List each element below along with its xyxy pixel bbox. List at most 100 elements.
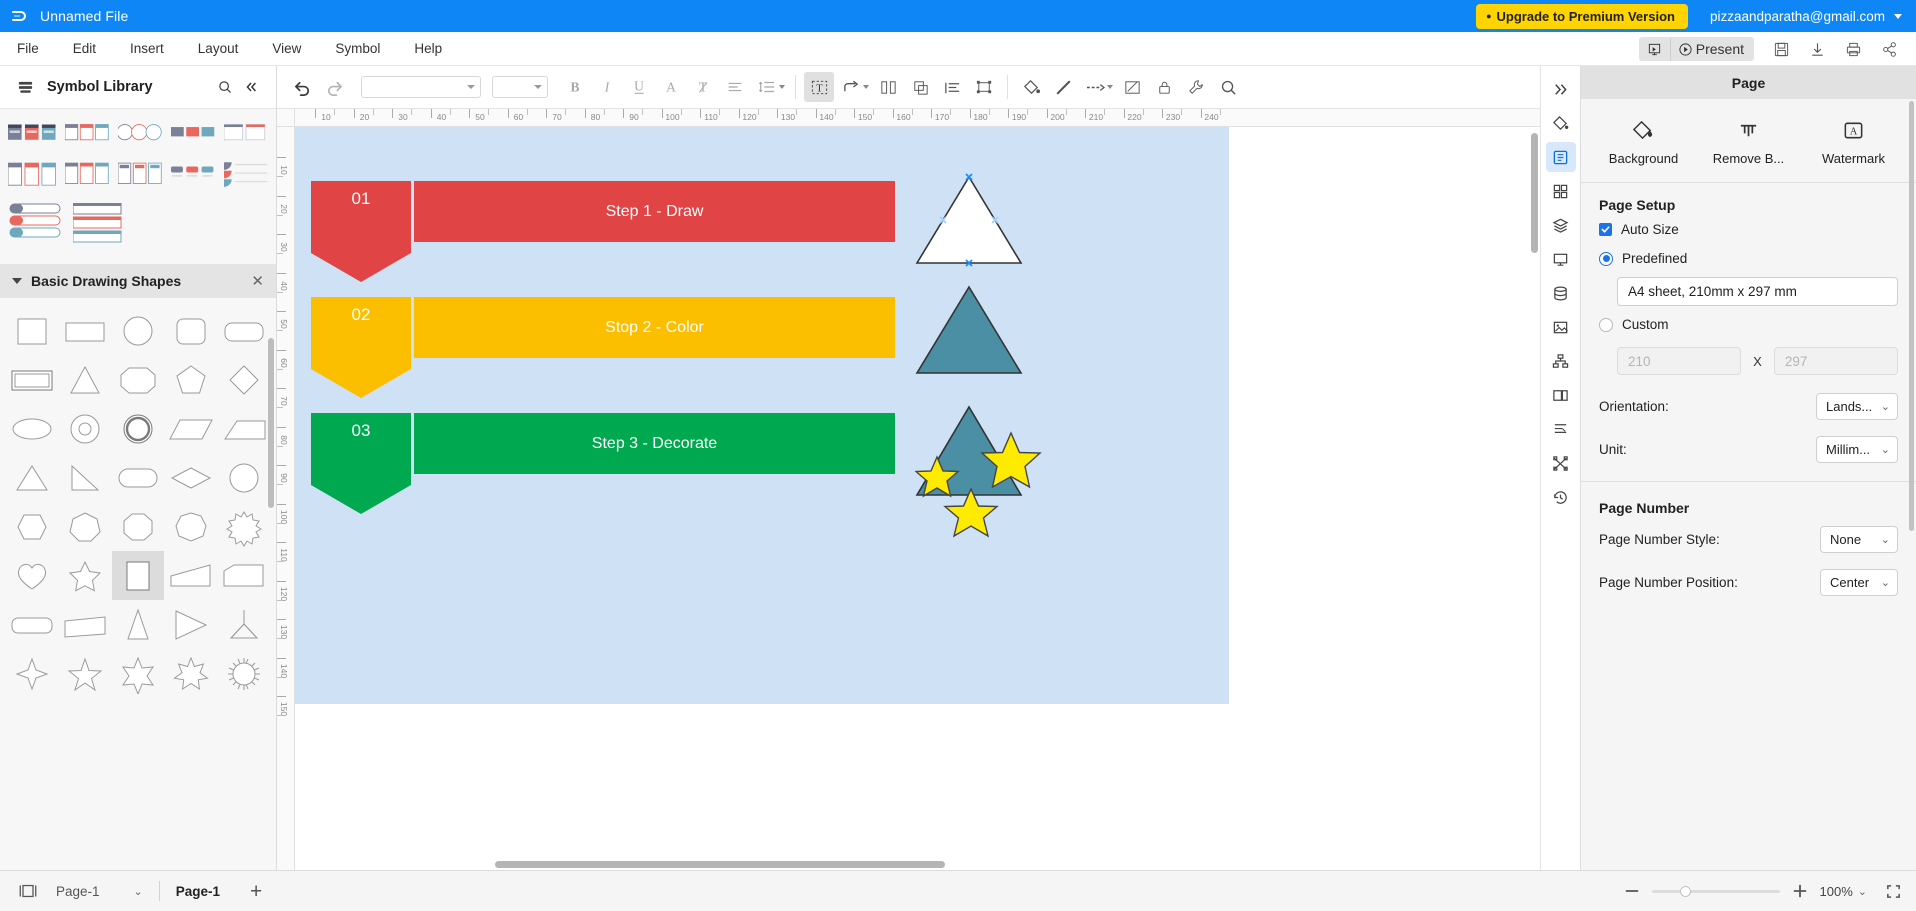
shape-flag-triangle[interactable] [164,600,217,649]
bold-button[interactable]: B [560,72,590,102]
remove-background-tool[interactable]: Remove B... [1696,119,1801,166]
template-thumbnails[interactable] [0,109,276,264]
shape-heart[interactable] [6,551,59,600]
group-icon[interactable] [969,72,999,102]
history-icon[interactable] [1546,482,1576,512]
page-number-position-select[interactable]: Center ⌄ [1820,569,1898,596]
shape-star-5[interactable] [59,551,112,600]
shape-parallelogram[interactable] [164,404,217,453]
shape-diamond-2[interactable] [164,453,217,502]
template-thumb[interactable] [64,159,109,191]
custom-row[interactable]: Custom [1581,310,1916,339]
page-selector[interactable]: Page-1 ⌄ [56,884,143,899]
template-thumb[interactable] [223,119,268,147]
zoom-slider-handle[interactable] [1679,885,1691,897]
menu-file[interactable]: File [0,37,56,60]
add-page-button[interactable]: + [250,881,262,902]
menu-insert[interactable]: Insert [113,37,181,60]
shape-right-triangle-2[interactable] [59,453,112,502]
shape-hexagon[interactable] [6,502,59,551]
canvas-horizontal-scrollbar[interactable] [495,861,945,868]
account-menu[interactable]: pizzaandparatha@gmail.com [1710,9,1902,24]
upgrade-premium-button[interactable]: ● Upgrade to Premium Version [1476,3,1688,29]
shape-star-4[interactable] [6,649,59,698]
predefined-row[interactable]: Predefined [1581,244,1916,273]
shape-sun-burst[interactable] [217,649,270,698]
banner-step-3[interactable]: 03 Step 3 - Decorate [311,413,895,514]
custom-height-input[interactable]: 297 [1773,347,1899,375]
fill-color-icon[interactable] [1016,72,1046,102]
shape-double-rectangle[interactable] [6,355,59,404]
custom-width-input[interactable]: 210 [1617,347,1742,375]
database-icon[interactable] [1546,278,1576,308]
symbols-grid-icon[interactable] [1546,176,1576,206]
order-icon[interactable] [937,72,967,102]
shape-pentagon[interactable] [164,355,217,404]
close-icon[interactable]: ✕ [251,272,264,290]
page-layout-icon[interactable] [14,878,42,904]
line-spacing-icon[interactable] [752,72,782,102]
shape-frame[interactable] [111,551,165,600]
orientation-select[interactable]: Lands... ⌄ [1816,393,1898,420]
shape-star-5b[interactable] [59,649,112,698]
align-objects-icon[interactable] [873,72,903,102]
shape-trapezoid-2[interactable] [164,551,217,600]
menu-view[interactable]: View [255,37,318,60]
line-style-icon[interactable] [1080,72,1110,102]
shape-circle[interactable] [112,306,165,355]
template-thumb[interactable] [117,159,162,191]
lock-icon[interactable] [1149,72,1179,102]
search-icon[interactable] [212,74,238,100]
page-tab-1[interactable]: Page-1 [176,884,220,899]
shape-square[interactable] [6,306,59,355]
text-box-icon[interactable]: T [804,72,834,102]
menu-symbol[interactable]: Symbol [318,37,397,60]
font-color-button[interactable]: A [656,72,686,102]
org-chart-icon[interactable] [1546,346,1576,376]
shape-diamond[interactable] [217,355,270,404]
shape-ring[interactable] [112,404,165,453]
auto-size-checkbox[interactable] [1599,223,1612,236]
template-thumb[interactable] [8,159,56,191]
image-icon[interactable] [1546,312,1576,342]
presentation-mode-icon[interactable] [1639,37,1671,61]
clear-format-button[interactable]: T [688,72,718,102]
background-tool[interactable]: Background [1591,119,1696,166]
predefined-radio[interactable] [1599,251,1613,266]
fill-bucket-icon[interactable] [1546,108,1576,138]
shape-octagon[interactable] [112,355,165,404]
zoom-slider[interactable] [1651,885,1780,897]
save-icon[interactable] [1764,35,1798,63]
template-thumb[interactable] [170,119,215,147]
shape-star-6[interactable] [112,649,165,698]
shuffle-icon[interactable] [1546,448,1576,478]
canvas-vertical-scrollbar[interactable] [1531,133,1538,253]
shape-ellipse[interactable] [6,404,59,453]
shape-star-burst[interactable] [217,502,270,551]
menu-help[interactable]: Help [397,37,459,60]
shape-rounded-bar[interactable] [6,600,59,649]
line-color-icon[interactable] [1048,72,1078,102]
template-thumb[interactable] [73,203,125,243]
page-setup-icon[interactable] [1545,142,1576,172]
banner-step-1[interactable]: 01 Step 1 - Draw [311,181,895,282]
template-thumb[interactable] [8,119,56,147]
shape-star-7[interactable] [164,649,217,698]
template-thumb[interactable] [64,119,109,147]
shape-rounded-rectangle[interactable] [217,306,270,355]
shape-rectangle[interactable] [59,306,112,355]
shape-arrow-triple[interactable] [217,600,270,649]
basic-drawing-shapes-header[interactable]: Basic Drawing Shapes ✕ [0,264,276,298]
undo-icon[interactable] [287,72,317,102]
menu-edit[interactable]: Edit [56,37,113,60]
layers-icon[interactable] [1546,210,1576,240]
menu-layout[interactable]: Layout [181,37,256,60]
underline-button[interactable]: U [624,72,654,102]
star-yellow-bottom[interactable] [943,487,999,538]
shape-rounded-pill[interactable] [112,453,165,502]
shapes-group[interactable] [915,163,1095,553]
shape-heptagon[interactable] [59,502,112,551]
gallery-icon[interactable] [1546,380,1576,410]
template-thumb[interactable] [8,203,64,243]
unit-select[interactable]: Millim... ⌄ [1816,436,1898,463]
